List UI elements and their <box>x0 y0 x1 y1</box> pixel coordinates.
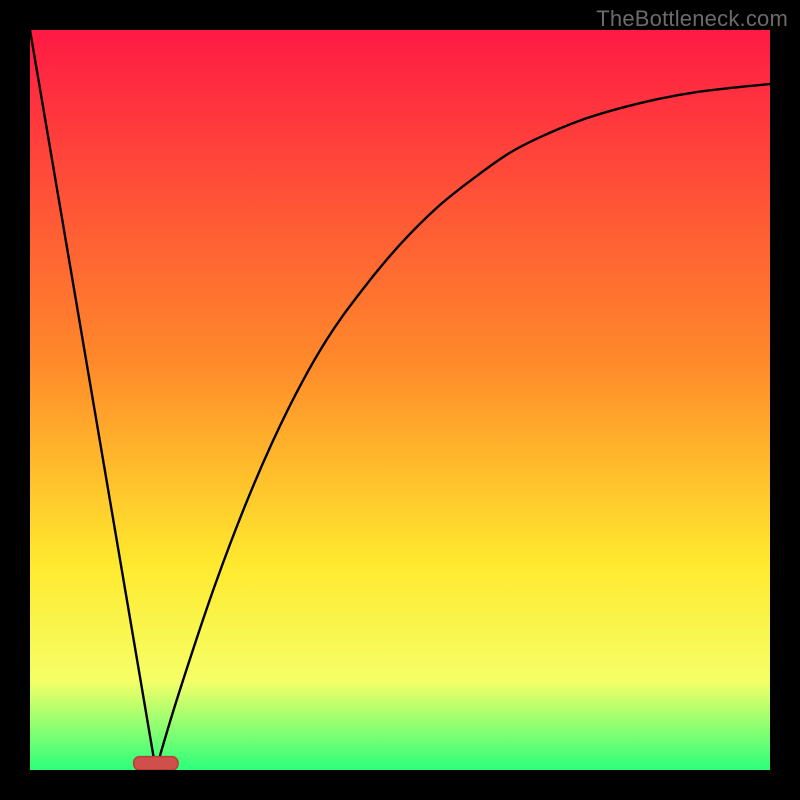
bottleneck-chart <box>30 30 770 770</box>
minimum-marker <box>134 757 178 770</box>
watermark-text: TheBottleneck.com <box>596 6 788 32</box>
chart-frame: TheBottleneck.com <box>0 0 800 800</box>
gradient-bg <box>30 30 770 770</box>
